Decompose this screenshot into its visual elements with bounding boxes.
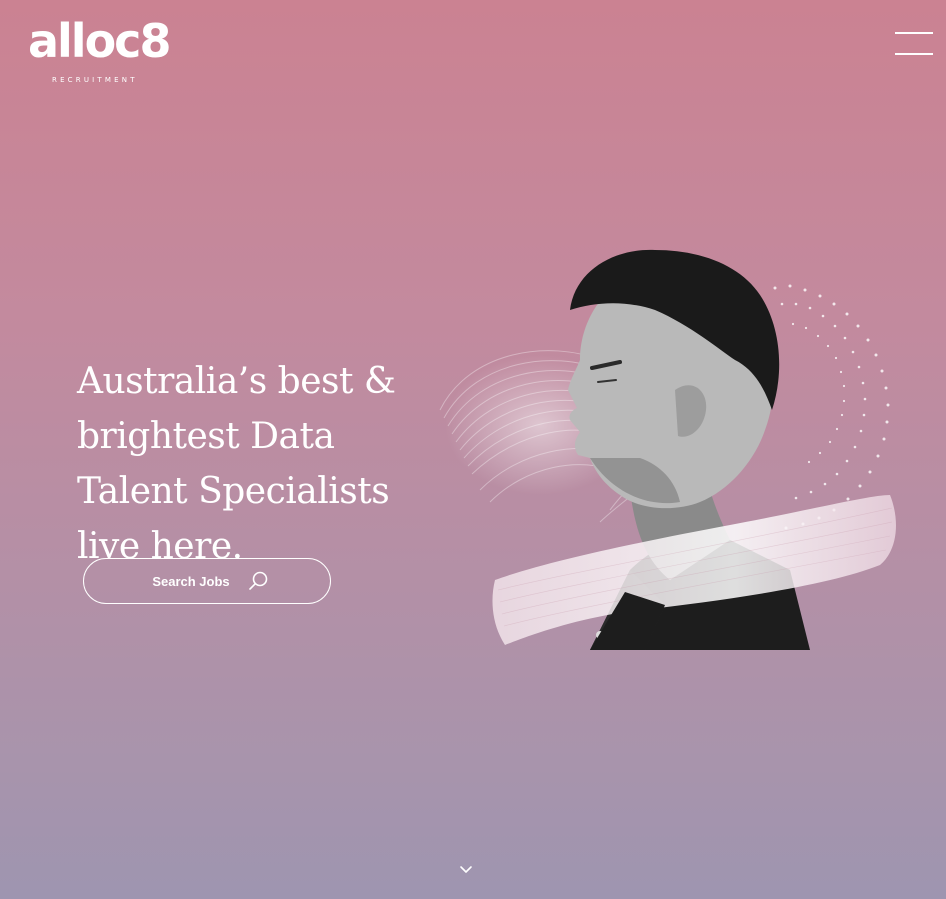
- search-jobs-button[interactable]: Search Jobs: [83, 558, 331, 604]
- search-icon: [248, 571, 267, 590]
- hero-title: Australia’s best & brightest Data Talent…: [77, 361, 396, 567]
- chevron-down-icon[interactable]: [459, 864, 473, 876]
- menu-line: [895, 32, 933, 34]
- menu-line: [895, 53, 933, 55]
- dot-sphere: [773, 284, 890, 530]
- logo-wordmark: alloc8: [28, 14, 171, 68]
- logo[interactable]: alloc8 RECRUITMENT: [28, 18, 188, 88]
- hero-portrait-image: [439, 249, 896, 650]
- logo-tagline: RECRUITMENT: [52, 76, 138, 84]
- hamburger-menu-icon[interactable]: [895, 32, 933, 56]
- search-jobs-label: Search Jobs: [152, 573, 230, 589]
